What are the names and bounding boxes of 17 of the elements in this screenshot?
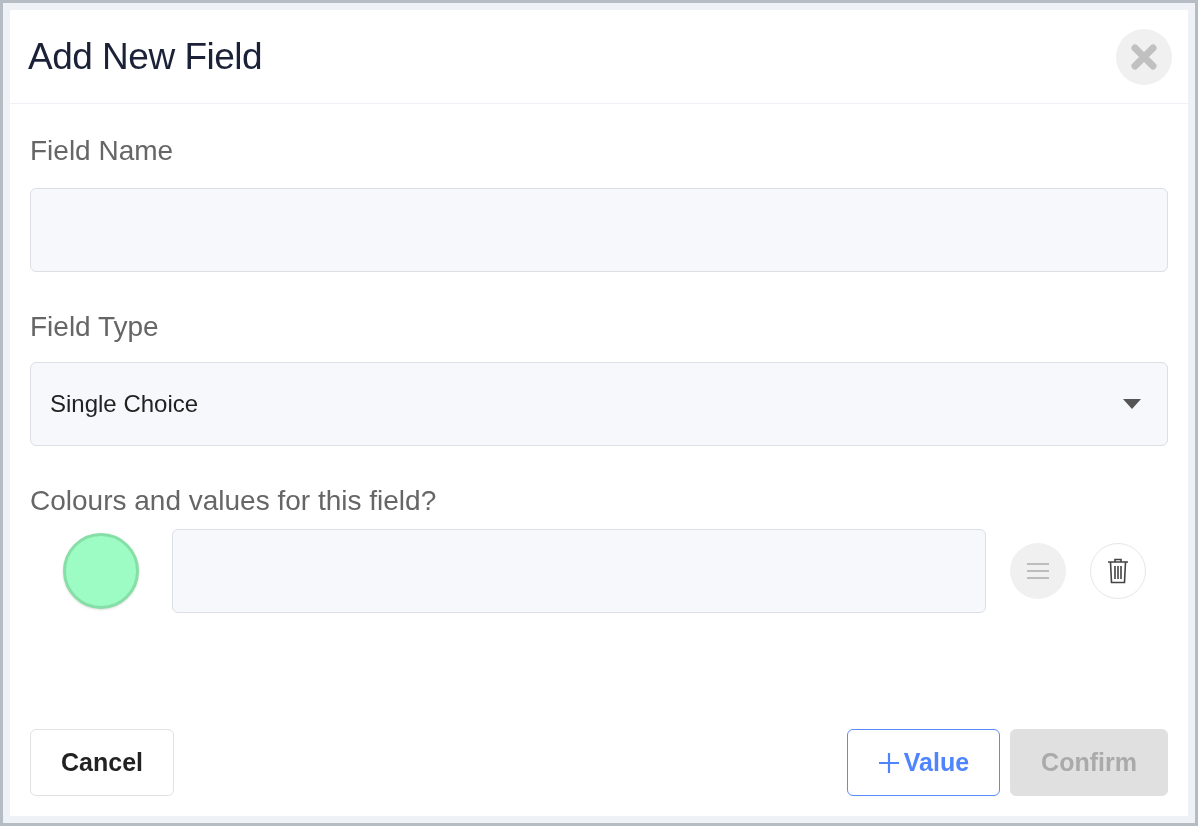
plus-icon bbox=[877, 751, 900, 774]
delete-button[interactable] bbox=[1090, 543, 1146, 599]
caret-icon bbox=[1123, 399, 1141, 409]
trash-icon bbox=[1107, 558, 1129, 584]
value-input-field[interactable] bbox=[172, 529, 986, 613]
dropdown-value: Single Choice bbox=[50, 389, 199, 419]
field-label: Field Name bbox=[30, 134, 175, 164]
dialog-title: Add New Field bbox=[28, 34, 263, 79]
field-label: Field Type bbox=[30, 310, 160, 340]
input-field[interactable] bbox=[30, 188, 1168, 272]
colour-swatch[interactable] bbox=[63, 533, 139, 609]
menu-icon bbox=[1026, 562, 1050, 580]
close-icon bbox=[1130, 42, 1158, 71]
reorder-button[interactable] bbox=[1010, 543, 1066, 599]
cancel-button[interactable]: Cancel bbox=[30, 729, 174, 796]
field-label: Colours and values for this field? bbox=[30, 484, 438, 514]
dropdown-field[interactable]: Single Choice bbox=[30, 362, 1168, 446]
